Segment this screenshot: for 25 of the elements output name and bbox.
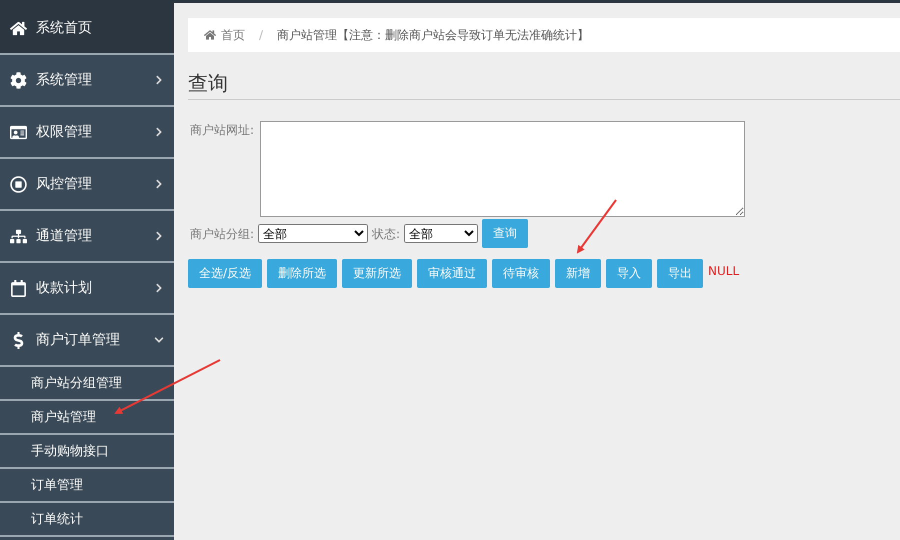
chevron-icon: [154, 179, 164, 189]
home-icon: [204, 29, 216, 41]
chevron-icon: [154, 75, 164, 85]
section-title: 查询: [188, 70, 900, 100]
breadcrumb-separator: /: [259, 28, 264, 42]
chevron-icon: [154, 283, 164, 293]
sidebar-item[interactable]: 系统首页: [0, 3, 174, 55]
field-label: 商户站分组:: [190, 226, 254, 243]
field-label: 状态:: [372, 226, 400, 243]
chevron-icon: [154, 231, 164, 241]
url-input-field[interactable]: [260, 121, 746, 217]
breadcrumb-current: 商户站管理【注意：删除商户站会导致订单无法准确统计】: [277, 26, 590, 44]
calendar-icon: [10, 280, 28, 296]
gear-icon: [10, 72, 28, 88]
annotation-arrow: [576, 199, 617, 254]
field-label: 商户站网址:: [190, 122, 254, 139]
sitemap-icon: [10, 228, 28, 244]
group-select[interactable]: 全部: [258, 224, 368, 243]
chevron-icon: [154, 127, 164, 137]
result-text: NULL: [708, 264, 740, 278]
status-select[interactable]: 全部: [404, 224, 478, 243]
id-card-icon: [10, 124, 28, 140]
home-link[interactable]: 首页: [204, 26, 245, 44]
chevron-icon: [154, 335, 164, 345]
home-icon: [10, 20, 28, 36]
